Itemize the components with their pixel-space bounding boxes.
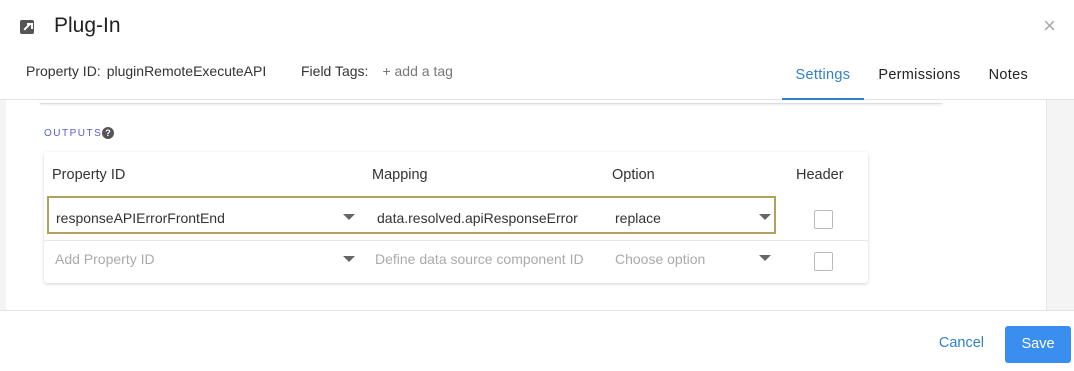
tab-notes[interactable]: Notes [975,58,1042,100]
field-tags-label: Field Tags: [301,63,369,79]
outputs-table: Property ID Mapping Option Header respon… [44,152,868,283]
modal-header: Plug-In × Property ID: pluginRemoteExecut… [0,0,1074,100]
chevron-down-icon[interactable] [343,256,355,262]
column-header-option: Option [612,167,655,183]
property-id-select[interactable]: responseAPIErrorFrontEnd [56,210,225,226]
help-icon[interactable]: ? [102,127,114,139]
property-id-label: Property ID: [26,63,101,79]
chevron-down-icon[interactable] [759,255,771,261]
option-select[interactable]: replace [615,210,661,226]
add-tag-link[interactable]: + add a tag [382,63,452,79]
property-id-info: Property ID: pluginRemoteExecuteAPI [26,63,266,79]
column-header-header: Header [796,167,844,183]
tab-permissions[interactable]: Permissions [864,58,974,100]
chevron-down-icon[interactable] [759,214,771,220]
cancel-button[interactable]: Cancel [939,335,984,351]
save-button[interactable]: Save [1005,326,1071,363]
plugin-modal: Plug-In × Property ID: pluginRemoteExecut… [0,0,1074,371]
column-header-property-id: Property ID [52,167,126,183]
add-property-id-select[interactable]: Add Property ID [55,251,155,267]
option-select-new[interactable]: Choose option [615,251,705,267]
modal-title: Plug-In [54,14,121,37]
field-tags: Field Tags: + add a tag [301,63,453,79]
header-checkbox[interactable] [814,210,833,229]
row-divider [44,240,868,241]
tab-settings[interactable]: Settings [781,58,865,100]
close-icon[interactable]: × [1043,15,1056,37]
outputs-section-label: OUTPUTS [44,128,103,139]
scrollbar[interactable] [1046,100,1060,310]
modal-body: OUTPUTS ? Property ID Mapping Option Hea… [0,100,1074,310]
settings-panel: OUTPUTS ? Property ID Mapping Option Hea… [6,100,1060,310]
column-header-mapping: Mapping [372,167,428,183]
external-link-icon [20,20,34,34]
modal-footer: Cancel Save [0,310,1074,371]
header-checkbox-new[interactable] [814,252,833,271]
mapping-input[interactable]: data.resolved.apiResponseError [377,210,578,226]
property-id-value: pluginRemoteExecuteAPI [106,63,267,79]
mapping-input-new[interactable]: Define data source component ID [375,251,584,267]
chevron-down-icon[interactable] [343,214,355,220]
tab-bar: Settings Permissions Notes [781,58,1042,100]
previous-section-card [40,100,942,104]
